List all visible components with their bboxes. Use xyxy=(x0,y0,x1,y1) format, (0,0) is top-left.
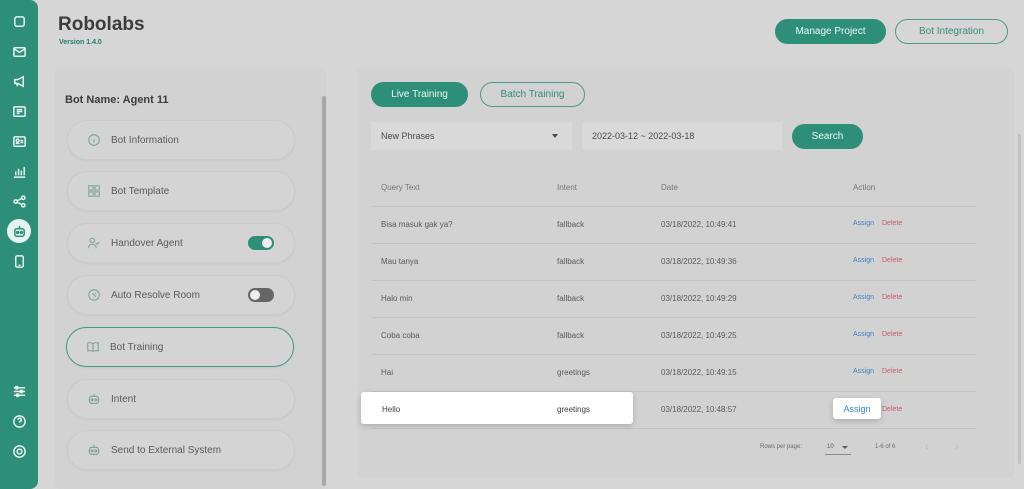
row-divider xyxy=(371,243,976,244)
row-divider xyxy=(371,206,976,207)
assign-link[interactable]: Assign xyxy=(853,294,874,301)
app-version: Version 1.4.0 xyxy=(59,39,102,46)
date-cell: 03/18/2022, 10:48:57 xyxy=(661,405,737,414)
menu-item-label: Bot Training xyxy=(110,341,164,353)
query-text-cell: Bisa masuk gak ya? xyxy=(381,220,453,229)
query-text-cell: Hello xyxy=(382,405,401,414)
menu-item-label: Bot Information xyxy=(111,134,179,146)
menu-item-label: Intent xyxy=(111,393,137,405)
rows-per-page-value: 10 xyxy=(827,444,834,450)
delete-link[interactable]: Delete xyxy=(882,220,902,227)
mail-icon[interactable] xyxy=(9,41,29,61)
menu-item-label: Auto Resolve Room xyxy=(111,289,200,301)
phrase-type-select[interactable]: New Phrases xyxy=(371,122,572,150)
id-card-icon[interactable] xyxy=(9,131,29,151)
query-text-cell: Mau tanya xyxy=(381,257,419,266)
handover-agent-toggle[interactable] xyxy=(248,236,274,250)
robot-icon xyxy=(86,392,101,407)
menu-item-intent[interactable]: Intent xyxy=(67,379,295,419)
pagination-range: 1-6 of 6 xyxy=(875,444,896,450)
menu-item-bot-training[interactable]: Bot Training xyxy=(66,327,294,367)
left-panel-scrollbar[interactable] xyxy=(322,96,326,486)
assign-link[interactable]: Assign xyxy=(853,368,874,375)
rows-per-page-select[interactable]: 10 xyxy=(825,441,851,455)
bot-integration-button[interactable]: Bot Integration xyxy=(895,19,1008,44)
manage-project-button[interactable]: Manage Project xyxy=(775,19,886,44)
power-icon[interactable] xyxy=(9,441,29,461)
mobile-icon[interactable] xyxy=(9,251,29,271)
tab-batch-training[interactable]: Batch Training xyxy=(480,82,585,107)
intent-cell: fallback xyxy=(557,294,585,303)
query-text-cell: Halo min xyxy=(381,294,413,303)
column-header-intent: Intent xyxy=(557,183,578,192)
tab-live-training[interactable]: Live Training xyxy=(371,82,468,107)
next-page-icon[interactable]: › xyxy=(955,441,959,453)
assign-link[interactable]: Assign xyxy=(853,220,874,227)
row-divider xyxy=(371,317,976,318)
settings-sliders-icon[interactable] xyxy=(9,381,29,401)
column-header-action: Action xyxy=(853,183,876,192)
help-icon[interactable] xyxy=(9,411,29,431)
date-cell: 03/18/2022, 10:49:41 xyxy=(661,220,737,229)
prev-page-icon[interactable]: ‹ xyxy=(925,441,929,453)
bot-icon[interactable] xyxy=(7,219,31,243)
delete-link[interactable]: Delete xyxy=(882,331,902,338)
book-icon xyxy=(85,340,100,355)
row-divider xyxy=(371,354,976,355)
page-scrollbar[interactable] xyxy=(1018,134,1021,464)
nav-rail xyxy=(0,0,38,489)
intent-cell: fallback xyxy=(557,257,585,266)
menu-item-label: Send to External System xyxy=(111,444,222,456)
assign-button-highlighted[interactable]: Assign xyxy=(833,398,881,419)
assign-link[interactable]: Assign xyxy=(853,331,874,338)
menu-item-label: Bot Template xyxy=(111,185,170,197)
grid-icon xyxy=(86,184,101,199)
query-text-cell: Hai xyxy=(381,368,394,377)
search-button[interactable]: Search xyxy=(792,124,863,149)
auto-resolve-toggle[interactable] xyxy=(248,288,274,302)
chevron-down-icon xyxy=(842,446,848,449)
row-divider xyxy=(371,280,976,281)
menu-item-send-to-external-system[interactable]: Send to External System xyxy=(67,430,295,470)
column-header-date: Date xyxy=(661,183,678,192)
chevron-down-icon xyxy=(552,134,558,138)
intent-cell: greetings xyxy=(557,368,590,377)
megaphone-icon[interactable] xyxy=(9,71,29,91)
assign-link[interactable]: Assign xyxy=(853,257,874,264)
row-divider xyxy=(371,428,976,429)
user-check-icon xyxy=(86,236,101,251)
date-range-field[interactable]: 2022-03-12 ~ 2022-03-18 xyxy=(582,122,782,150)
column-header-query: Query Text xyxy=(381,183,420,192)
menu-item-handover-agent[interactable]: Handover Agent xyxy=(67,223,295,263)
app-title: Robolabs xyxy=(58,14,145,35)
square-icon[interactable] xyxy=(9,11,29,31)
date-cell: 03/18/2022, 10:49:15 xyxy=(661,368,737,377)
delete-link[interactable]: Delete xyxy=(882,294,902,301)
date-cell: 03/18/2022, 10:49:36 xyxy=(661,257,737,266)
contact-card-icon[interactable] xyxy=(9,101,29,121)
robot-icon xyxy=(86,443,101,458)
date-cell: 03/18/2022, 10:49:25 xyxy=(661,331,737,340)
query-text-cell: Coba coba xyxy=(381,331,420,340)
share-icon[interactable] xyxy=(9,191,29,211)
bot-name-label: Bot Name: Agent 11 xyxy=(65,94,169,106)
rows-per-page-label: Rows per page: xyxy=(760,444,803,450)
highlighted-row xyxy=(361,392,633,424)
menu-item-label: Handover Agent xyxy=(111,237,183,249)
menu-item-auto-resolve-room[interactable]: Auto Resolve Room xyxy=(67,275,295,315)
intent-cell: fallback xyxy=(557,220,585,229)
intent-cell: greetings xyxy=(557,405,590,414)
delete-link[interactable]: Delete xyxy=(882,257,902,264)
auto-resolve-icon xyxy=(86,288,101,303)
analytics-icon[interactable] xyxy=(9,161,29,181)
phrase-type-value: New Phrases xyxy=(381,131,435,141)
delete-link[interactable]: Delete xyxy=(882,406,902,413)
intent-cell: fallback xyxy=(557,331,585,340)
menu-item-bot-template[interactable]: Bot Template xyxy=(67,171,295,211)
info-icon xyxy=(86,133,101,148)
menu-item-bot-information[interactable]: Bot Information xyxy=(67,120,295,160)
date-cell: 03/18/2022, 10:49:29 xyxy=(661,294,737,303)
delete-link[interactable]: Delete xyxy=(882,368,902,375)
